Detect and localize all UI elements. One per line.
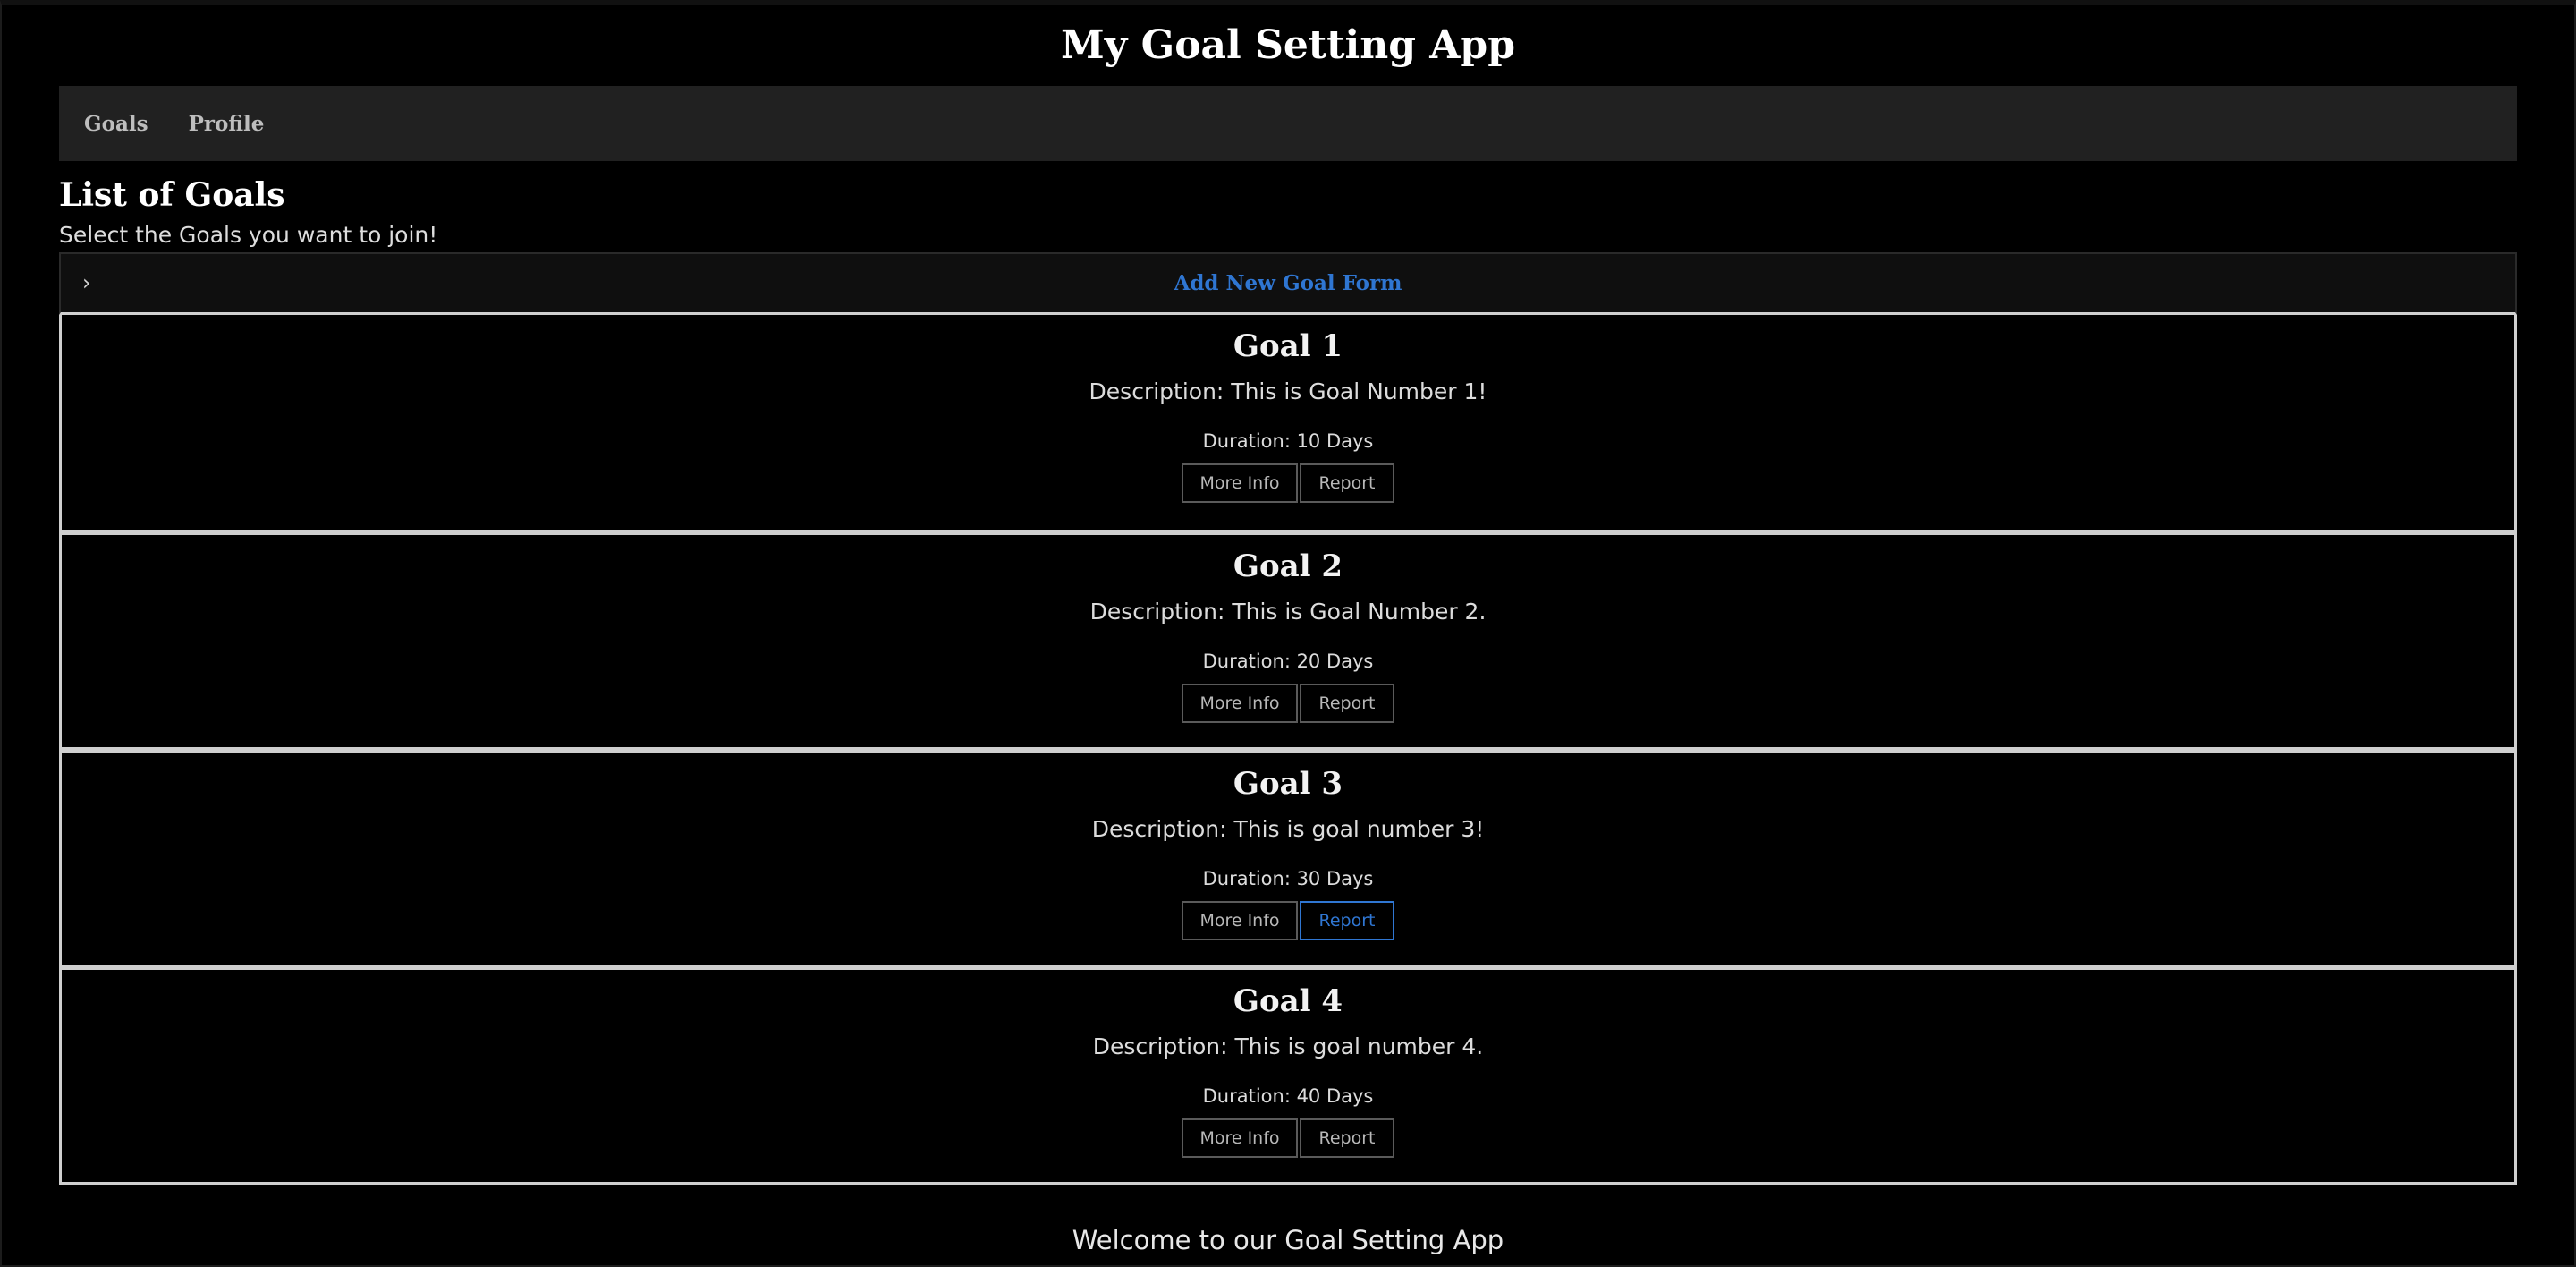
goal-actions: More Info Report [62, 1118, 2514, 1158]
navbar: Goals Profile [59, 86, 2517, 161]
nav-item-goals[interactable]: Goals [84, 112, 148, 136]
more-info-button[interactable]: More Info [1182, 1118, 1298, 1158]
section-subtitle: Select the Goals you want to join! [59, 222, 438, 248]
add-goal-form-toggle[interactable]: › Add New Goal Form [59, 252, 2517, 315]
footer-welcome-text: Welcome to our Goal Setting App [1072, 1225, 1504, 1255]
goal-card: Goal 3 Description: This is goal number … [59, 750, 2517, 967]
more-info-button[interactable]: More Info [1182, 463, 1298, 503]
more-info-button[interactable]: More Info [1182, 901, 1298, 940]
goal-actions: More Info Report [62, 901, 2514, 940]
goal-description: Description: This is Goal Number 2. [1089, 599, 1487, 625]
goal-title: Goal 3 [1233, 766, 1343, 802]
goal-list: Goal 1 Description: This is Goal Number … [59, 315, 2517, 1185]
report-button[interactable]: Report [1300, 463, 1394, 503]
goal-card: Goal 4 Description: This is goal number … [59, 967, 2517, 1185]
report-button[interactable]: Report [1300, 901, 1394, 940]
goal-card: Goal 1 Description: This is Goal Number … [59, 315, 2517, 532]
goal-title: Goal 2 [1233, 548, 1343, 584]
goal-description: Description: This is goal number 4. [1092, 1033, 1484, 1059]
goal-description: Description: This is Goal Number 1! [1089, 378, 1487, 404]
goal-duration: Duration: 30 Days [1202, 868, 1374, 889]
goal-duration: Duration: 20 Days [1202, 651, 1374, 672]
nav-item-profile[interactable]: Profile [189, 112, 265, 136]
goal-duration: Duration: 40 Days [1202, 1085, 1374, 1107]
goal-actions: More Info Report [62, 463, 2514, 503]
report-button[interactable]: Report [1300, 1118, 1394, 1158]
goal-card: Goal 2 Description: This is Goal Number … [59, 532, 2517, 750]
section-title: List of Goals [59, 176, 285, 214]
goal-duration: Duration: 10 Days [1202, 430, 1374, 452]
goal-description: Description: This is goal number 3! [1091, 816, 1485, 842]
add-goal-form-label[interactable]: Add New Goal Form [61, 268, 2515, 299]
goal-title: Goal 4 [1233, 983, 1343, 1019]
app-title: My Goal Setting App [1061, 22, 1515, 68]
report-button[interactable]: Report [1300, 684, 1394, 723]
more-info-button[interactable]: More Info [1182, 684, 1298, 723]
goal-title: Goal 1 [1233, 328, 1343, 364]
goal-actions: More Info Report [62, 684, 2514, 723]
